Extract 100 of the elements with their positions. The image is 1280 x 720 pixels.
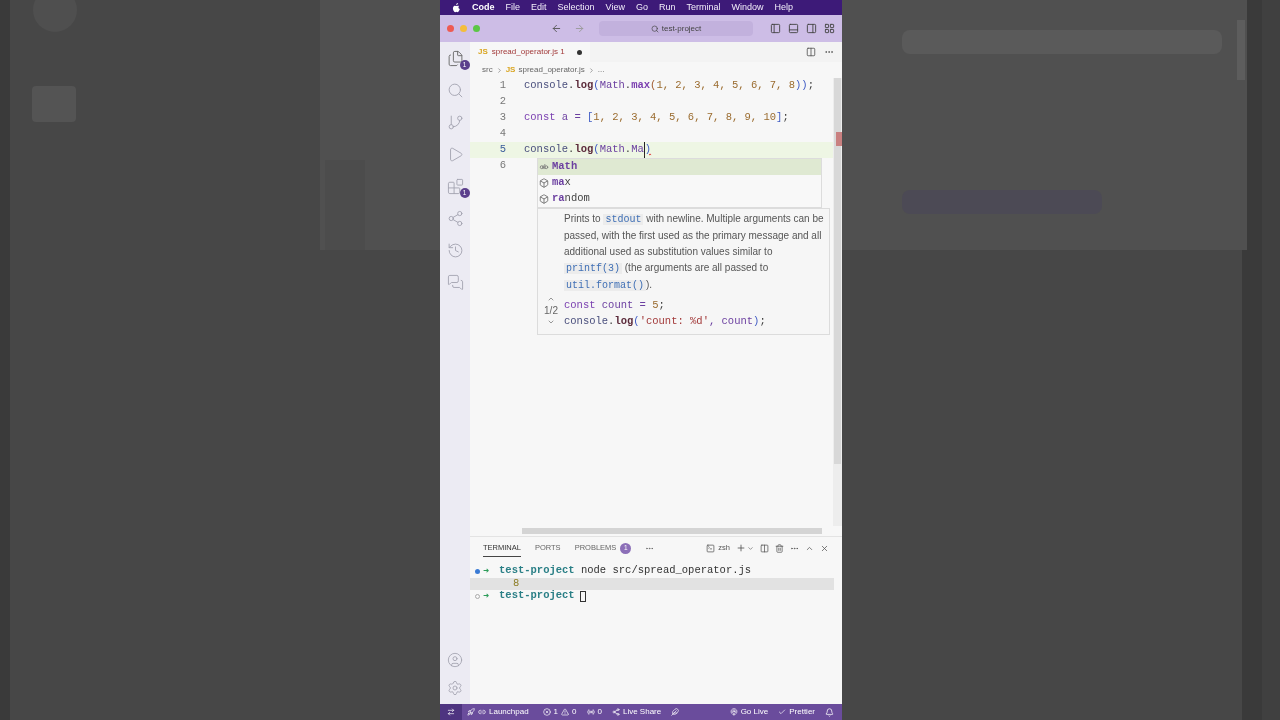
- menu-item[interactable]: Help: [774, 0, 793, 15]
- secondary-sidebar-icon[interactable]: [806, 23, 817, 34]
- property-icon: [539, 194, 549, 204]
- code-token: 5: [652, 298, 659, 314]
- panel-toggle-icon[interactable]: [788, 23, 799, 34]
- close-icon[interactable]: [820, 543, 829, 553]
- code-token: const: [524, 110, 556, 126]
- remote-button[interactable]: [440, 704, 462, 720]
- suggestion-item[interactable]: random: [538, 191, 821, 207]
- code-token: , count: [708, 314, 754, 330]
- link-icon: [478, 708, 486, 716]
- code-token: )): [795, 78, 808, 94]
- code-token: ;: [759, 314, 766, 330]
- files-icon[interactable]: [446, 50, 464, 67]
- apple-icon[interactable]: [452, 2, 461, 13]
- chevron-icon: [587, 66, 595, 74]
- text-icon: [539, 162, 549, 172]
- error-icon: [542, 708, 551, 716]
- terminal-output: 8: [470, 577, 834, 590]
- broadcast-icon: [729, 708, 738, 716]
- code-token: a =: [560, 110, 582, 126]
- code-token: 1, 2, 3, 4, 5, 6, 7, 8: [656, 78, 795, 94]
- menu-item[interactable]: File: [505, 0, 520, 15]
- prompt-arrow: ➜: [483, 589, 490, 604]
- dropdown-icon[interactable]: [747, 544, 754, 552]
- code-token: (: [593, 78, 600, 94]
- code-token: ;: [658, 298, 665, 314]
- code-token: 1, 2, 3, 4, 5, 6, 7, 8, 9, 10: [593, 110, 777, 126]
- suggestion-item[interactable]: Math: [538, 159, 821, 175]
- menu-item[interactable]: Run: [658, 0, 676, 15]
- prompt-arrow: ➜: [483, 564, 490, 579]
- code-token: Math: [599, 78, 625, 94]
- scrollbar-thumb[interactable]: [834, 78, 841, 464]
- new-terminal-icon[interactable]: [736, 543, 746, 553]
- code-token: count =: [600, 298, 647, 314]
- chevron-icon: [495, 66, 503, 74]
- layout-icon[interactable]: [824, 23, 835, 34]
- breadcrumb-item[interactable]: ...: [597, 64, 605, 76]
- menu-item[interactable]: View: [605, 0, 625, 15]
- comments-icon[interactable]: [446, 274, 464, 291]
- line-number: 5: [498, 142, 506, 158]
- antenna-icon: [586, 708, 595, 716]
- problems-button[interactable]: 1 0: [537, 704, 582, 720]
- documentation-text: Prints to stdout with newline. Multiple arguments can be passed, with the first used as the primary message and all additional used as substitution values similar to printf(3) (the arguments are all passed to util.format() ).: [564, 212, 825, 293]
- close-window-button[interactable]: [447, 25, 454, 32]
- prettier-button[interactable]: Prettier: [773, 704, 820, 720]
- breadcrumb-item[interactable]: src: [482, 64, 493, 76]
- back-icon[interactable]: [551, 23, 562, 34]
- git-icon[interactable]: [446, 114, 464, 131]
- suggestion-item[interactable]: max: [538, 175, 821, 191]
- split-editor-icon[interactable]: [806, 47, 816, 57]
- menu-item[interactable]: Terminal: [686, 0, 721, 15]
- go-live-button[interactable]: Go Live: [724, 704, 774, 720]
- history-icon[interactable]: [446, 242, 464, 259]
- error-marker: [836, 132, 842, 146]
- search-field[interactable]: test-project: [599, 21, 753, 36]
- share-icon: [611, 708, 620, 716]
- ports-button[interactable]: 0: [581, 704, 607, 720]
- menu-item[interactable]: Code: [472, 0, 495, 15]
- search-icon[interactable]: [446, 82, 464, 99]
- account-icon[interactable]: [447, 652, 463, 668]
- code-token: console: [564, 314, 609, 330]
- bell-icon: [825, 707, 834, 717]
- code-token: Ma: [631, 142, 645, 158]
- menu-item[interactable]: Go: [635, 0, 648, 15]
- code-token: .: [624, 78, 632, 94]
- editor-tab[interactable]: JS spread_operator.js 1: [470, 42, 590, 62]
- code-token: max: [631, 78, 651, 94]
- live-share-button[interactable]: Live Share: [606, 704, 667, 720]
- menu-item[interactable]: Edit: [531, 0, 547, 15]
- sidebar-toggle-icon[interactable]: [770, 23, 781, 34]
- code-token: console: [524, 142, 569, 158]
- line-number: 4: [498, 126, 506, 142]
- menu-item[interactable]: Selection: [557, 0, 595, 15]
- previous-icon[interactable]: [547, 295, 555, 303]
- launchpad-button[interactable]: Launchpad: [462, 704, 534, 720]
- code-token: .: [568, 142, 575, 158]
- code-token: (: [633, 314, 640, 330]
- code-token: ): [644, 142, 652, 158]
- rocket-icon: [467, 708, 475, 716]
- warning-icon: [561, 708, 570, 716]
- code-token: log: [574, 142, 594, 158]
- trash-icon[interactable]: [775, 543, 784, 553]
- settings-icon[interactable]: [447, 680, 463, 696]
- code-token: const: [564, 298, 596, 314]
- terminal-icon: [706, 543, 716, 553]
- code-token: .: [608, 314, 615, 330]
- split-terminal-icon[interactable]: [760, 543, 769, 553]
- line-number: 3: [498, 110, 506, 126]
- code-token: console: [524, 78, 569, 94]
- share-icon[interactable]: [446, 210, 464, 227]
- file-type-label: JS: [478, 46, 488, 58]
- next-icon[interactable]: [547, 318, 555, 326]
- check-icon: [778, 708, 787, 716]
- horizontal-scrollbar[interactable]: [522, 528, 822, 534]
- breadcrumb-item[interactable]: spread_operator.js: [518, 64, 585, 76]
- extensions-icon[interactable]: [446, 178, 464, 195]
- menu-item[interactable]: Window: [731, 0, 764, 15]
- line-number: 6: [498, 158, 506, 174]
- code-token: [: [587, 110, 594, 126]
